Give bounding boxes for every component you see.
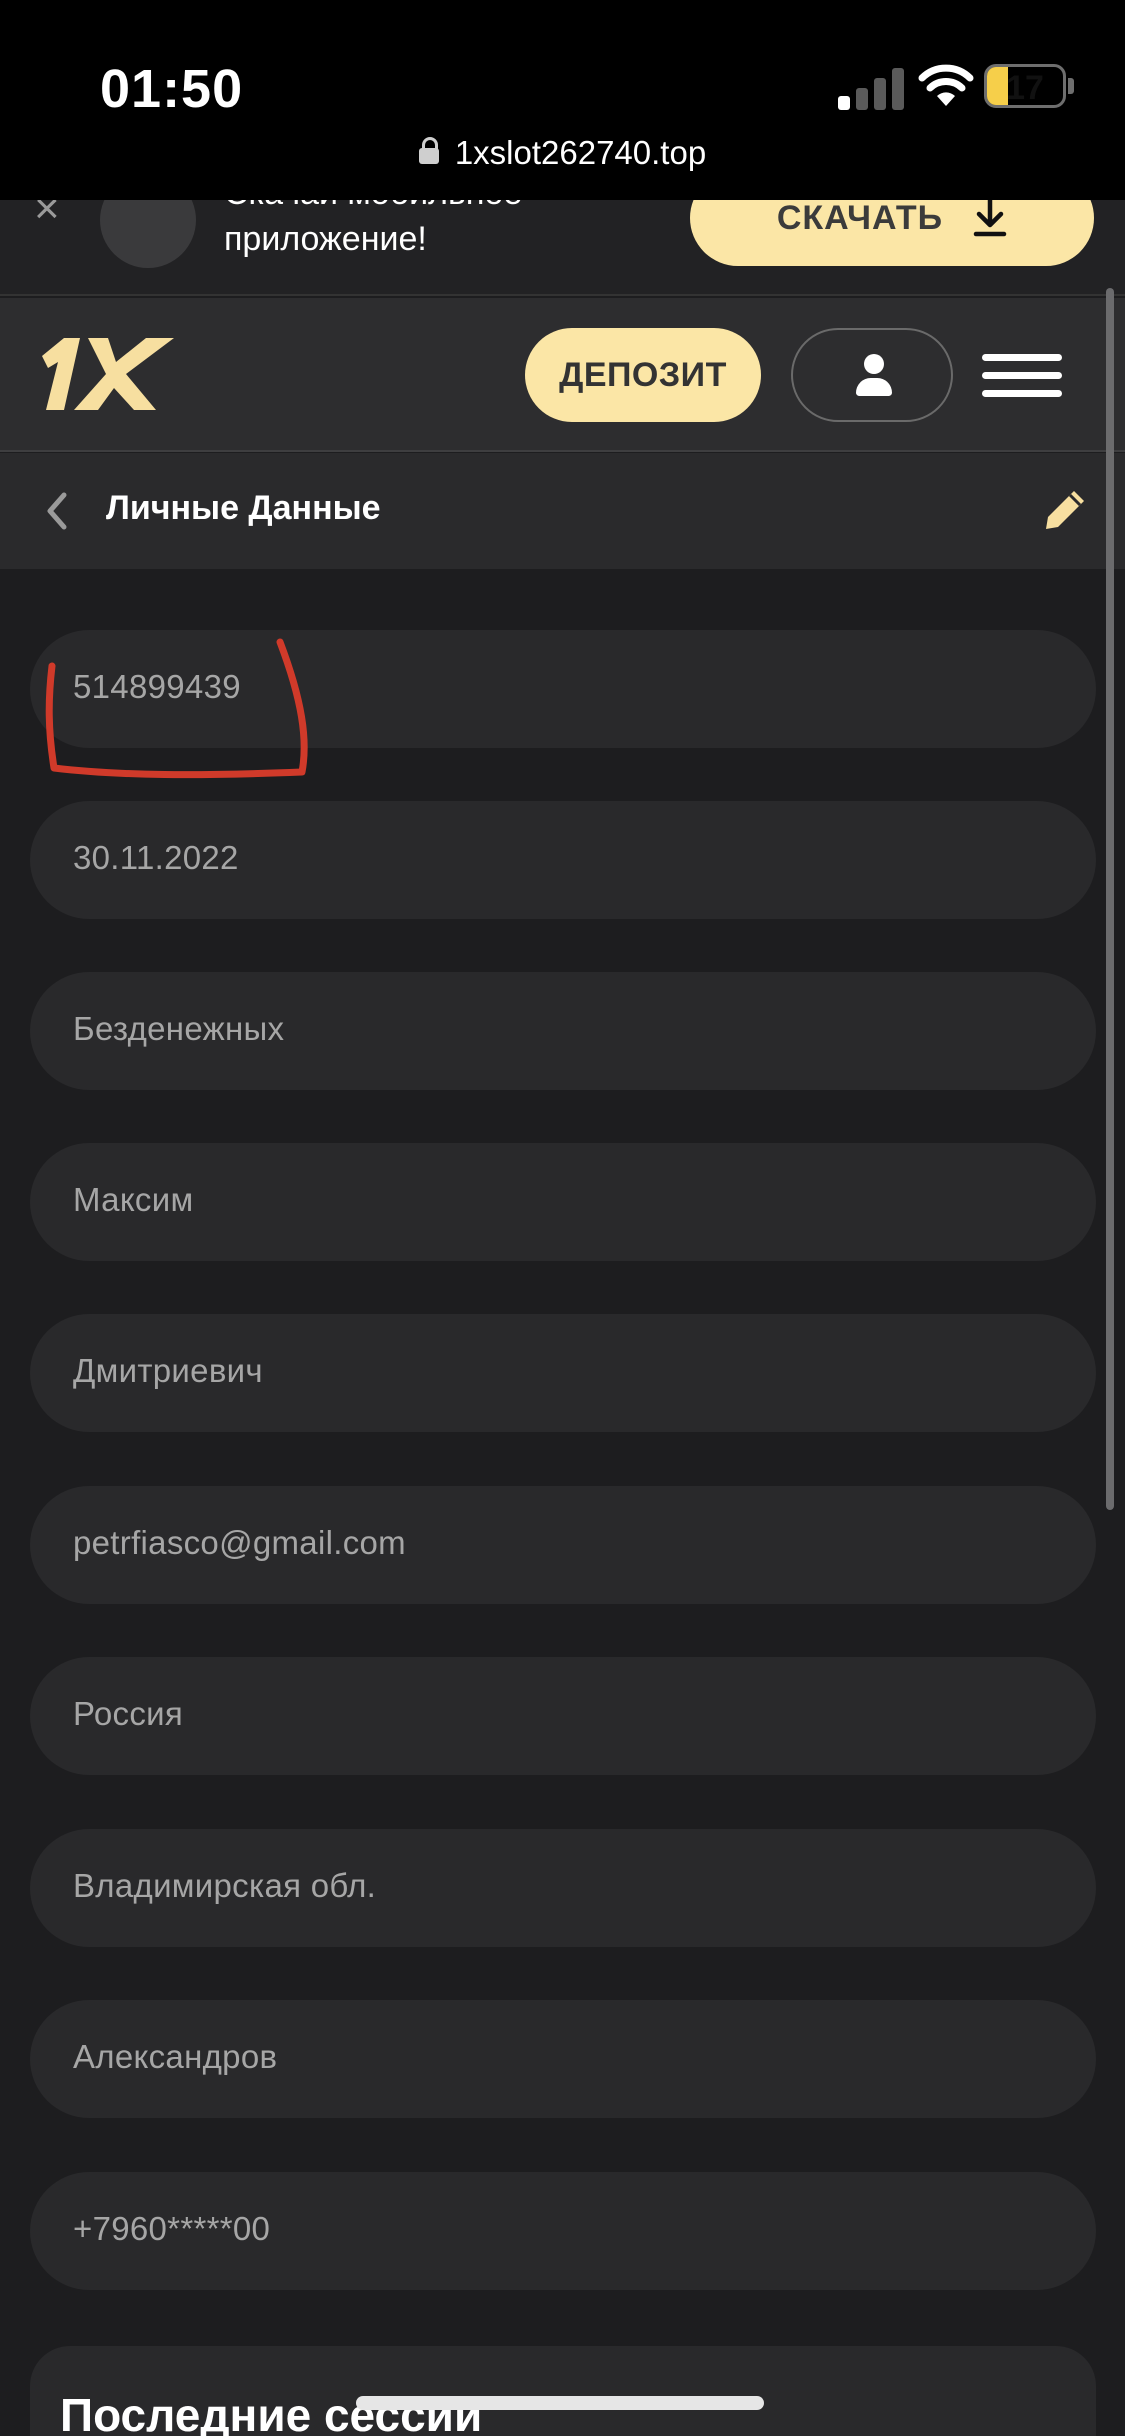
pencil-icon[interactable] [1040,483,1088,535]
field-value: Александров [73,2038,278,2075]
field-value: Владимирская обл. [73,1867,377,1904]
field-value: 30.11.2022 [73,839,239,876]
scrollbar[interactable] [1106,288,1114,1510]
chevron-left-icon[interactable] [40,491,76,531]
field-value: +7960*****00 [73,2210,271,2247]
deposit-button[interactable]: ДЕПОЗИТ [525,328,761,422]
country-field[interactable]: Россия [30,1657,1096,1775]
wifi-icon [918,64,974,106]
home-indicator[interactable] [356,2396,764,2410]
field-value: Дмитриевич [73,1352,263,1389]
status-bar: 01:50 17 1xslot262740.top [0,0,1125,200]
profile-button[interactable] [791,328,953,422]
download-app-button[interactable]: СКАЧАТЬ [690,200,1094,266]
url-text: 1xslot262740.top [454,134,707,171]
page-title: Личные Данные [106,489,381,527]
battery-tip [1068,78,1074,94]
download-label: СКАЧАТЬ [776,200,944,237]
cellular-signal-icon [838,66,904,110]
page-subheader: Личные Данные [0,453,1125,569]
region-field[interactable]: Владимирская обл. [30,1829,1096,1947]
user-icon [864,354,884,374]
battery-icon: 17 [984,64,1066,108]
surname-field[interactable]: Безденежных [30,972,1096,1090]
first-name-field[interactable]: Максим [30,1143,1096,1261]
app-download-banner: × Скачай мобильное приложение! СКАЧАТЬ [0,200,1125,296]
download-icon [973,200,1007,237]
user-icon-body [856,378,892,396]
field-value: Россия [73,1695,184,1732]
phone-field[interactable]: +7960*****00 [30,2172,1096,2290]
close-banner-button[interactable]: × [34,200,60,234]
brand-logo[interactable] [34,334,184,414]
recent-sessions-card: Последние сессии [30,2346,1096,2436]
registration-date-field[interactable]: 30.11.2022 [30,801,1096,919]
city-field[interactable]: Александров [30,2000,1096,2118]
field-value: petrfiasco@gmail.com [73,1524,406,1561]
app-logo-icon [100,200,196,268]
patronymic-field[interactable]: Дмитриевич [30,1314,1096,1432]
banner-text: Скачай мобильное приложение! [224,200,522,258]
status-time: 01:50 [100,59,244,119]
address-bar[interactable]: 1xslot262740.top [0,134,1125,172]
red-annotation-mark [45,638,308,779]
hamburger-menu-icon[interactable] [982,354,1062,398]
field-value: Максим [73,1181,194,1218]
site-header: ДЕПОЗИТ [0,298,1125,452]
lock-icon [418,137,439,164]
field-value: Безденежных [73,1010,285,1047]
email-field[interactable]: petrfiasco@gmail.com [30,1486,1096,1604]
battery-level: 17 [1006,69,1044,107]
